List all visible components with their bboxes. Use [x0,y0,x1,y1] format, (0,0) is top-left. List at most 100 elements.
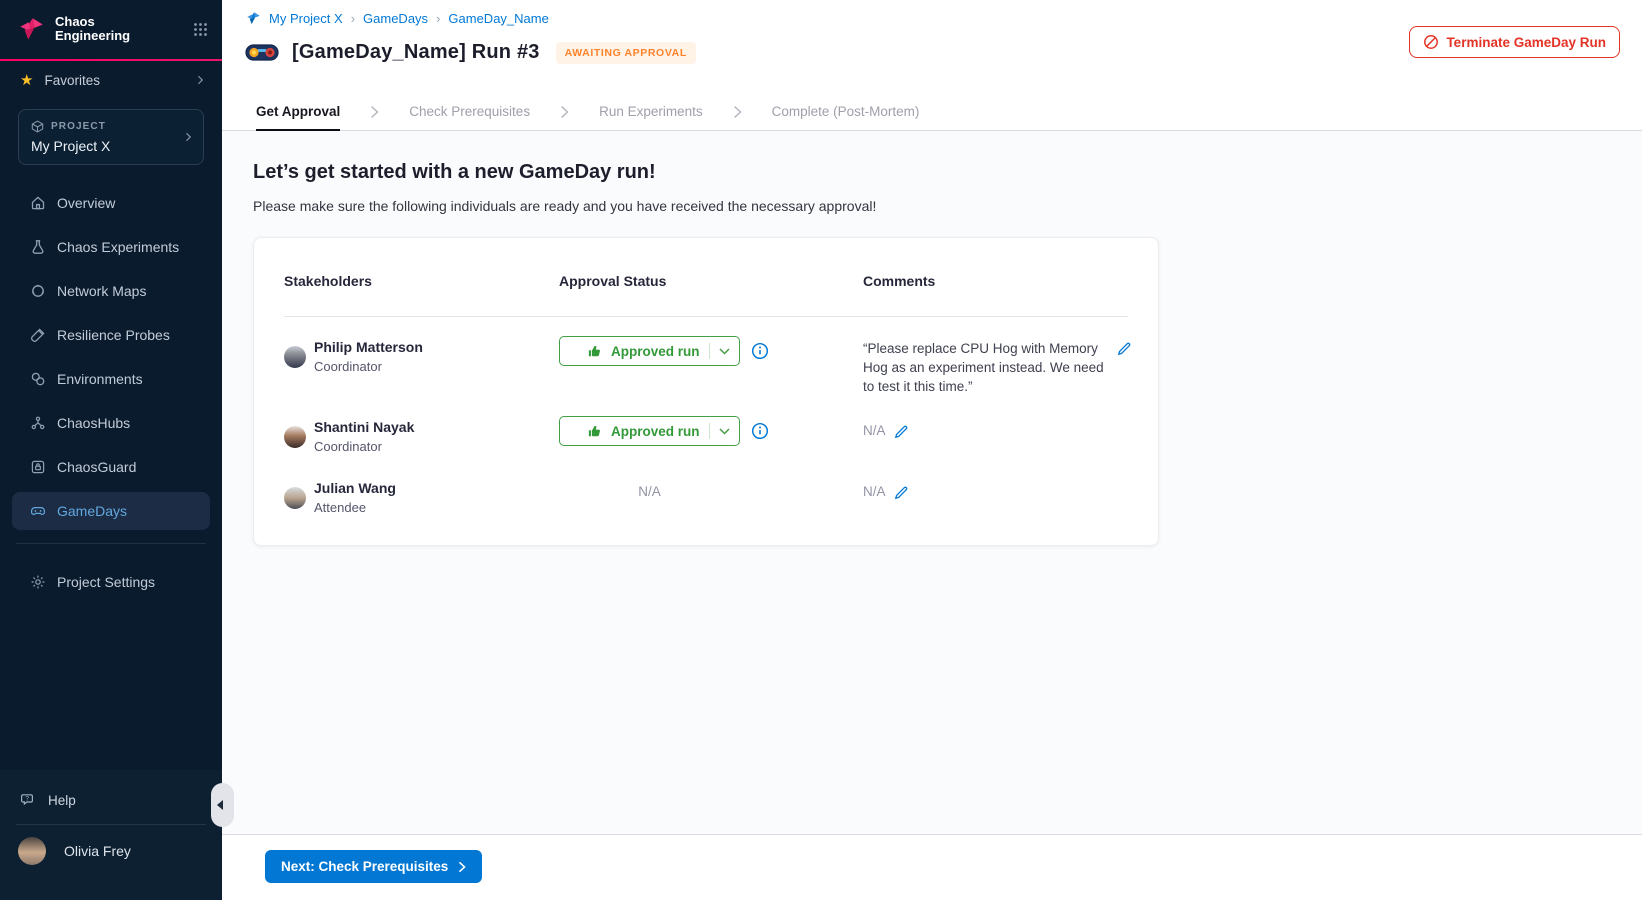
flask-icon [30,239,46,255]
comment-na: N/A [863,423,886,438]
stakeholders-card: Stakeholders Approval Status Comments Ph… [253,237,1159,546]
environments-icon [30,371,46,387]
chevron-right-icon [370,93,379,131]
next-check-prerequisites-button[interactable]: Next: Check Prerequisites [265,850,482,883]
help-chat-icon: ? [20,792,36,808]
sidebar-item-project-settings[interactable]: Project Settings [12,563,210,601]
project-name: My Project X [31,138,177,154]
project-section-label: PROJECT [51,121,106,132]
probe-icon [30,327,46,343]
thumbs-up-icon [587,424,602,439]
prohibit-icon [1423,34,1439,50]
sidebar-item-chaos-experiments[interactable]: Chaos Experiments [12,228,210,266]
shield-lock-icon [30,459,46,475]
sidebar-item-gamedays[interactable]: GameDays [12,492,210,530]
sidebar-collapse-toggle[interactable] [211,783,234,827]
title-row: [GameDay_Name] Run #3 AWAITING APPROVAL [245,41,696,64]
chevron-right-icon [182,131,194,143]
edit-comment-icon[interactable] [894,423,910,439]
breadcrumb-separator: › [436,11,440,26]
breadcrumb-separator: › [351,11,355,26]
user-profile[interactable]: Olivia Frey [18,837,206,865]
chevron-right-icon [733,93,742,131]
sidebar-item-label: Project Settings [57,574,155,590]
sidebar-item-chaoshubs[interactable]: ChaosHubs [12,404,210,442]
chevron-down-icon [719,428,730,435]
sidebar-nav: Overview Chaos Experiments Network Maps … [0,184,222,530]
info-icon[interactable] [751,422,769,440]
favorites-item[interactable]: ★ Favorites [20,71,206,89]
sidebar-item-label: ChaosHubs [57,415,130,431]
sidebar-divider [16,824,206,825]
breadcrumb-gameday-name[interactable]: GameDay_Name [448,11,548,26]
sidebar-item-network-maps[interactable]: Network Maps [12,272,210,310]
user-avatar [18,837,46,865]
terminate-gameday-run-button[interactable]: Terminate GameDay Run [1409,26,1620,58]
sidebar-item-label: Environments [57,371,143,387]
breadcrumb-gamedays[interactable]: GameDays [363,11,428,26]
brand: Chaos Engineering [0,0,222,43]
terminate-button-label: Terminate GameDay Run [1446,35,1606,50]
project-selector[interactable]: PROJECT My Project X [18,109,204,165]
comment-na: N/A [863,484,886,499]
step-run-experiments[interactable]: Run Experiments [599,93,703,131]
edit-comment-icon[interactable] [894,484,910,500]
table-row: Julian Wang Attendee N/A N/A [254,481,1158,541]
page-title: [GameDay_Name] Run #3 [292,41,540,64]
stakeholder-name: Julian Wang [314,480,396,496]
sidebar-item-resilience-probes[interactable]: Resilience Probes [12,316,210,354]
network-maps-icon [30,283,46,299]
status-badge: AWAITING APPROVAL [556,42,696,64]
help-item[interactable]: ? Help [20,792,206,808]
step-check-prerequisites[interactable]: Check Prerequisites [409,93,530,131]
user-name: Olivia Frey [64,843,131,859]
stakeholder-role: Attendee [314,500,366,515]
brand-accent-divider [0,59,222,61]
sidebar-bottom-panel: ? Help Olivia Frey [0,770,222,900]
sidebar: Chaos Engineering ★ Favorites PROJECT [0,0,222,900]
gear-icon [30,574,46,590]
content-heading: Let’s get started with a new GameDay run… [253,161,656,184]
sidebar-item-overview[interactable]: Overview [12,184,210,222]
star-icon: ★ [20,71,33,89]
chevron-right-icon [560,93,569,131]
stepper: Get Approval Check Prerequisites Run Exp… [256,93,919,131]
brand-title: Chaos Engineering [55,15,130,43]
approval-status-label: Approved run [611,424,700,439]
sidebar-item-environments[interactable]: Environments [12,360,210,398]
page-header: My Project X › GameDays › GameDay_Name [… [222,0,1642,131]
approval-status-dropdown[interactable]: Approved run [559,336,740,366]
approval-status-na: N/A [559,484,740,499]
breadcrumb-project[interactable]: My Project X [269,11,343,26]
info-icon[interactable] [751,342,769,360]
step-get-approval[interactable]: Get Approval [256,93,340,131]
sidebar-item-label: Resilience Probes [57,327,170,343]
footer-bar: Next: Check Prerequisites [222,834,1642,900]
sidebar-settings-nav: Project Settings [0,563,222,601]
gamepad-emoji-icon [245,42,279,63]
button-divider [709,423,710,439]
sidebar-item-label: ChaosGuard [57,459,136,475]
approval-status-dropdown[interactable]: Approved run [559,416,740,446]
column-header-stakeholders: Stakeholders [284,273,372,289]
hub-icon [30,415,46,431]
table-row: Philip Matterson Coordinator Approved ru… [254,336,1158,416]
sidebar-item-label: GameDays [57,503,127,519]
sidebar-item-chaosguard[interactable]: ChaosGuard [12,448,210,486]
gamepad-icon [30,503,46,519]
step-complete-post-mortem[interactable]: Complete (Post-Mortem) [772,93,920,131]
avatar [284,426,306,448]
edit-comment-icon[interactable] [1117,340,1133,356]
help-label: Help [48,793,76,808]
approval-status-label: Approved run [611,344,700,359]
home-icon [30,195,46,211]
chevron-down-icon [719,348,730,355]
chevron-right-icon [458,861,466,873]
breadcrumb: My Project X › GameDays › GameDay_Name [246,11,549,26]
chevron-right-icon [194,74,206,86]
chaos-engineering-logo-icon [18,16,45,43]
table-header-divider [284,316,1128,317]
chevron-left-icon [215,799,224,811]
module-grid-icon[interactable] [193,22,208,37]
content-subheading: Please make sure the following individua… [253,198,876,214]
